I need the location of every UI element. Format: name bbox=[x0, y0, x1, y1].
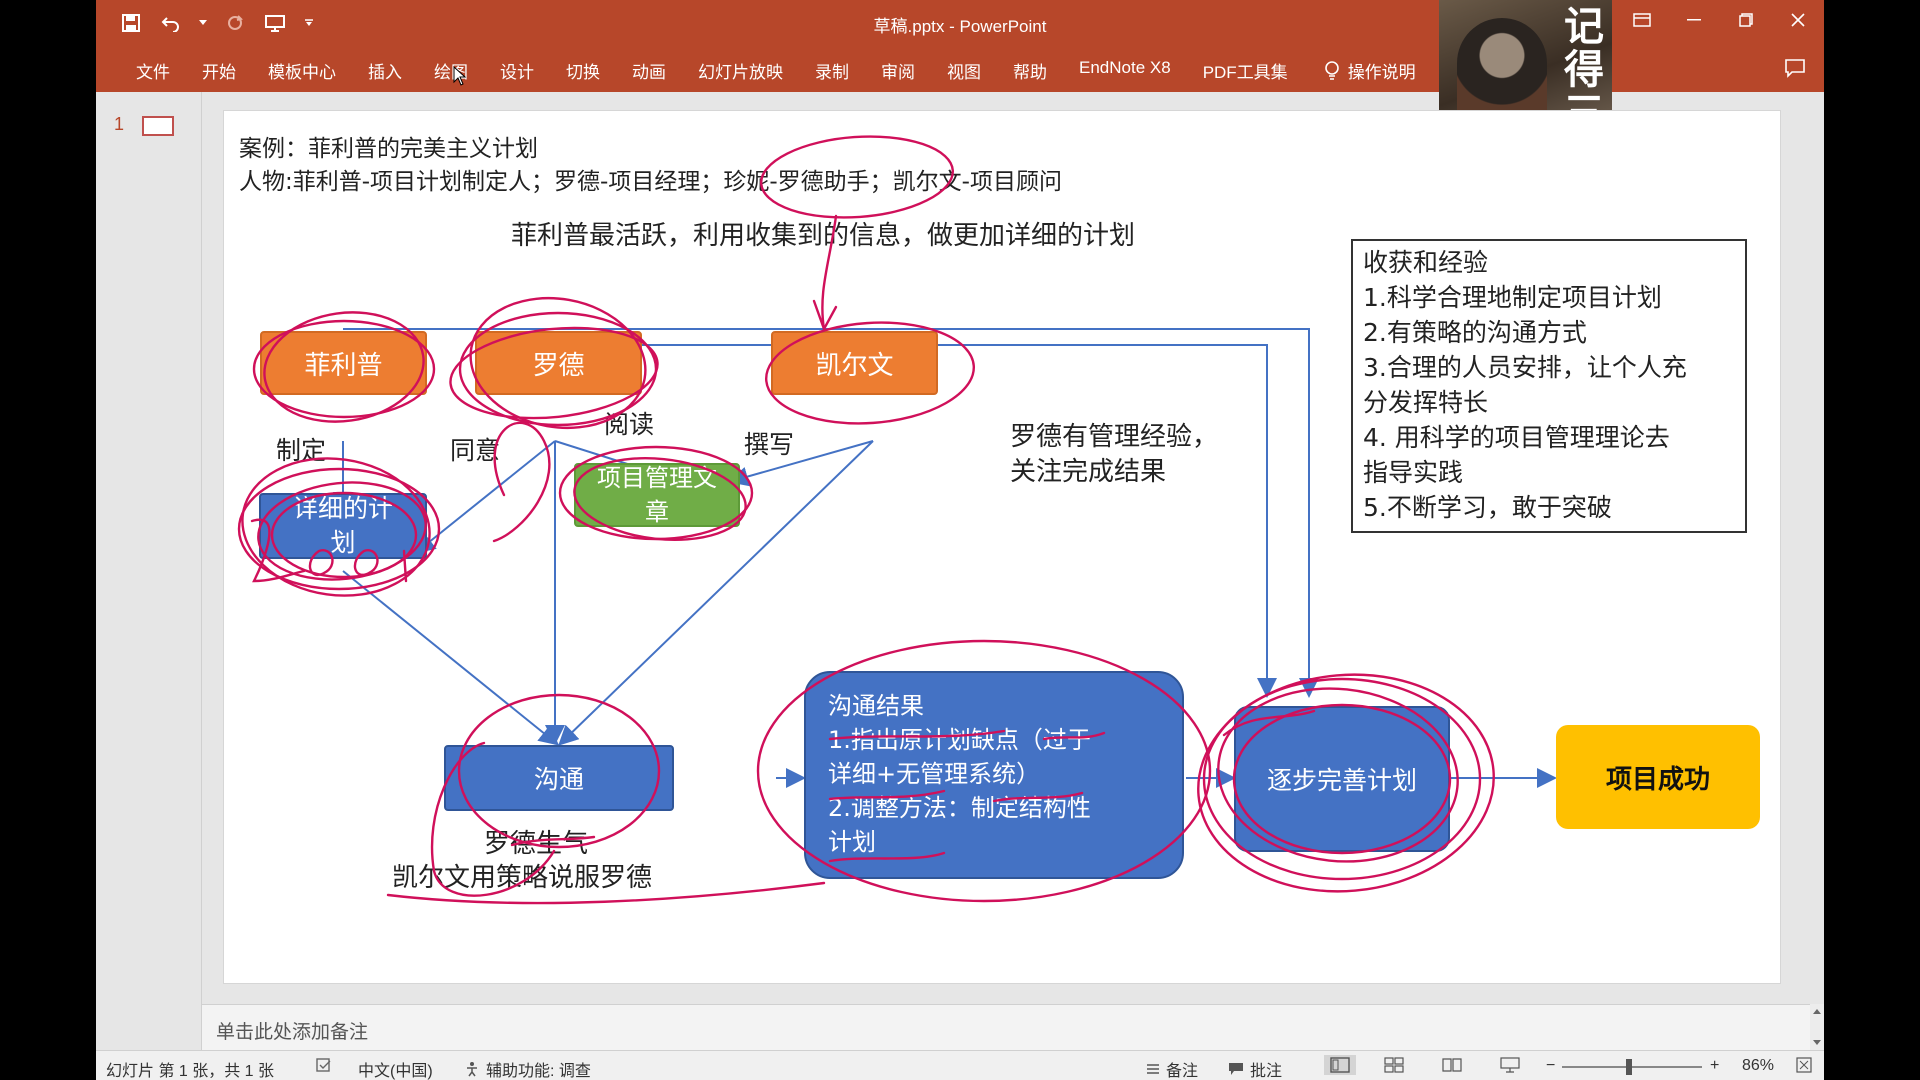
reading-view-icon[interactable] bbox=[1442, 1057, 1462, 1073]
comment-bubble-icon bbox=[1229, 1063, 1243, 1075]
tab-view[interactable]: 视图 bbox=[931, 58, 997, 83]
accessibility-status[interactable]: 辅助功能: 调查 bbox=[464, 1057, 591, 1080]
tab-file[interactable]: 文件 bbox=[120, 58, 186, 83]
slideshow-view-icon[interactable] bbox=[1500, 1057, 1520, 1073]
window-controls bbox=[1616, 0, 1824, 40]
notes-button[interactable]: 备注 bbox=[1146, 1057, 1198, 1080]
lesson-line-1: 1.科学合理地制定项目计划 bbox=[1363, 283, 1662, 312]
accessibility-icon bbox=[467, 1062, 477, 1077]
tab-record[interactable]: 录制 bbox=[799, 58, 865, 83]
ribbon-display-options-icon[interactable] bbox=[1616, 0, 1668, 40]
node-rhodes: 罗德 bbox=[475, 331, 642, 395]
node-philip: 菲利普 bbox=[260, 331, 427, 395]
node-article: 项目管理文章 bbox=[574, 463, 740, 527]
lightbulb-icon bbox=[1324, 60, 1339, 80]
result-line-1: 1.指出原计划缺点（过于 bbox=[828, 726, 1091, 754]
lesson-line-4: 分发挥特长 bbox=[1363, 388, 1489, 417]
communication-result-box: 沟通结果 1.指出原计划缺点（过于 详细+无管理系统） 2.调整方法：制定结构性… bbox=[804, 671, 1184, 879]
tab-review[interactable]: 审阅 bbox=[865, 58, 931, 83]
label-agree: 同意 bbox=[450, 436, 501, 465]
tab-home[interactable]: 开始 bbox=[186, 58, 252, 83]
result-line-4: 计划 bbox=[828, 828, 876, 856]
label-make: 制定 bbox=[276, 436, 327, 465]
slide-sorter-view-icon[interactable] bbox=[1384, 1057, 1404, 1073]
lesson-line-2: 2.有策略的沟通方式 bbox=[1363, 318, 1587, 347]
tell-me-label: 操作说明 bbox=[1347, 63, 1416, 82]
node-success: 项目成功 bbox=[1556, 725, 1760, 829]
slide-thumbnail[interactable] bbox=[142, 116, 174, 136]
mouse-cursor-icon bbox=[453, 66, 467, 86]
case-title: 案例：菲利普的完美主义计划 bbox=[239, 136, 538, 162]
ribbon-tabs: 文件 开始 模板中心 插入 绘图 设计 切换 动画 幻灯片放映 录制 审阅 视图… bbox=[120, 58, 1432, 83]
top-note: 菲利普最活跃，利用收集到的信息，做更加详细的计划 bbox=[511, 221, 1136, 251]
slide-info: 幻灯片 第 1 张，共 1 张 bbox=[106, 1063, 275, 1080]
zoom-slider-thumb[interactable] bbox=[1626, 1059, 1632, 1075]
side-note-line-1: 罗德有管理经验， bbox=[1010, 422, 1219, 452]
tab-transitions[interactable]: 切换 bbox=[550, 58, 616, 83]
accessibility-label: 辅助功能: 调查 bbox=[486, 1063, 591, 1080]
restore-icon[interactable] bbox=[1720, 0, 1772, 40]
tell-me-box[interactable]: 操作说明 bbox=[1304, 58, 1432, 83]
zoom-slider-track[interactable] bbox=[1562, 1066, 1702, 1068]
node-communicate: 沟通 bbox=[444, 745, 674, 811]
slide-thumbnail-pane: 1 bbox=[96, 92, 202, 1050]
notes-pane[interactable]: 单击此处添加备注 bbox=[202, 1004, 1810, 1050]
result-line-2: 详细+无管理系统） bbox=[828, 760, 1041, 788]
result-line-3: 2.调整方法：制定结构性 bbox=[828, 794, 1091, 822]
node-improve: 逐步完善计划 bbox=[1234, 706, 1450, 852]
comm-note-line-1: 罗德生气 bbox=[484, 829, 589, 859]
tab-draw[interactable]: 绘图 bbox=[418, 58, 484, 83]
node-kelvin: 凯尔文 bbox=[771, 331, 938, 395]
notes-icon bbox=[1147, 1064, 1159, 1074]
node-plan: 详细的计划 bbox=[259, 493, 427, 559]
language-indicator[interactable]: 中文(中国) bbox=[358, 1057, 433, 1080]
zoom-level[interactable]: 86% bbox=[1742, 1057, 1774, 1075]
status-bar: 幻灯片 第 1 张，共 1 张 中文(中国) 辅助功能: 调查 备注 批注 − … bbox=[96, 1050, 1824, 1080]
notes-placeholder: 单击此处添加备注 bbox=[216, 1022, 369, 1043]
tab-help[interactable]: 帮助 bbox=[997, 58, 1063, 83]
lessons-title: 收获和经验 bbox=[1363, 248, 1489, 277]
fit-slide-icon[interactable] bbox=[1796, 1057, 1812, 1073]
comments-button-label: 批注 bbox=[1250, 1063, 1283, 1080]
slide-canvas[interactable]: 案例：菲利普的完美主义计划 人物:菲利普-项目计划制定人；罗德-项目经理；珍妮-… bbox=[223, 110, 1781, 984]
tab-animations[interactable]: 动画 bbox=[616, 58, 682, 83]
slide-number: 1 bbox=[114, 114, 125, 134]
notes-button-label: 备注 bbox=[1166, 1063, 1199, 1080]
tab-slideshow[interactable]: 幻灯片放映 bbox=[682, 58, 799, 83]
tab-endnote[interactable]: EndNote X8 bbox=[1063, 58, 1187, 83]
zoom-out-icon[interactable]: − bbox=[1546, 1057, 1555, 1075]
tab-design[interactable]: 设计 bbox=[484, 58, 550, 83]
comments-icon[interactable] bbox=[1784, 58, 1806, 78]
lesson-line-6: 指导实践 bbox=[1363, 458, 1464, 487]
lesson-line-7: 5.不断学习，敢于突破 bbox=[1363, 493, 1612, 522]
comments-button[interactable]: 批注 bbox=[1228, 1057, 1282, 1080]
zoom-in-icon[interactable]: + bbox=[1710, 1057, 1719, 1075]
notes-scrollbar[interactable] bbox=[1810, 1004, 1824, 1050]
connector-plan-communicate bbox=[342, 570, 560, 746]
lesson-line-5: 4. 用科学的项目管理理论去 bbox=[1363, 423, 1670, 452]
tab-insert[interactable]: 插入 bbox=[352, 58, 418, 83]
characters-line: 人物:菲利普-项目计划制定人；罗德-项目经理；珍妮-罗德助手；凯尔文-项目顾问 bbox=[239, 169, 1062, 195]
minimize-icon[interactable] bbox=[1668, 0, 1720, 40]
comm-note-line-2: 凯尔文用策略说服罗德 bbox=[392, 863, 653, 893]
tab-templates[interactable]: 模板中心 bbox=[252, 58, 352, 83]
result-title: 沟通结果 bbox=[828, 692, 924, 720]
label-read: 阅读 bbox=[604, 410, 655, 439]
lesson-line-3: 3.合理的人员安排，让个人充 bbox=[1363, 353, 1687, 382]
tab-pdf-tools[interactable]: PDF工具集 bbox=[1187, 58, 1304, 83]
spelling-check-icon[interactable] bbox=[316, 1057, 332, 1073]
label-write: 撰写 bbox=[744, 430, 795, 459]
lessons-box: 收获和经验 1.科学合理地制定项目计划 2.有策略的沟通方式 3.合理的人员安排… bbox=[1351, 239, 1747, 533]
powerpoint-window: 草稿.pptx - PowerPoint 文件 开始 模板中心 插入 绘图 设计… bbox=[96, 0, 1824, 1080]
normal-view-icon[interactable] bbox=[1324, 1055, 1356, 1075]
close-icon[interactable] bbox=[1772, 0, 1824, 40]
side-note-line-2: 关注完成结果 bbox=[1010, 457, 1167, 487]
